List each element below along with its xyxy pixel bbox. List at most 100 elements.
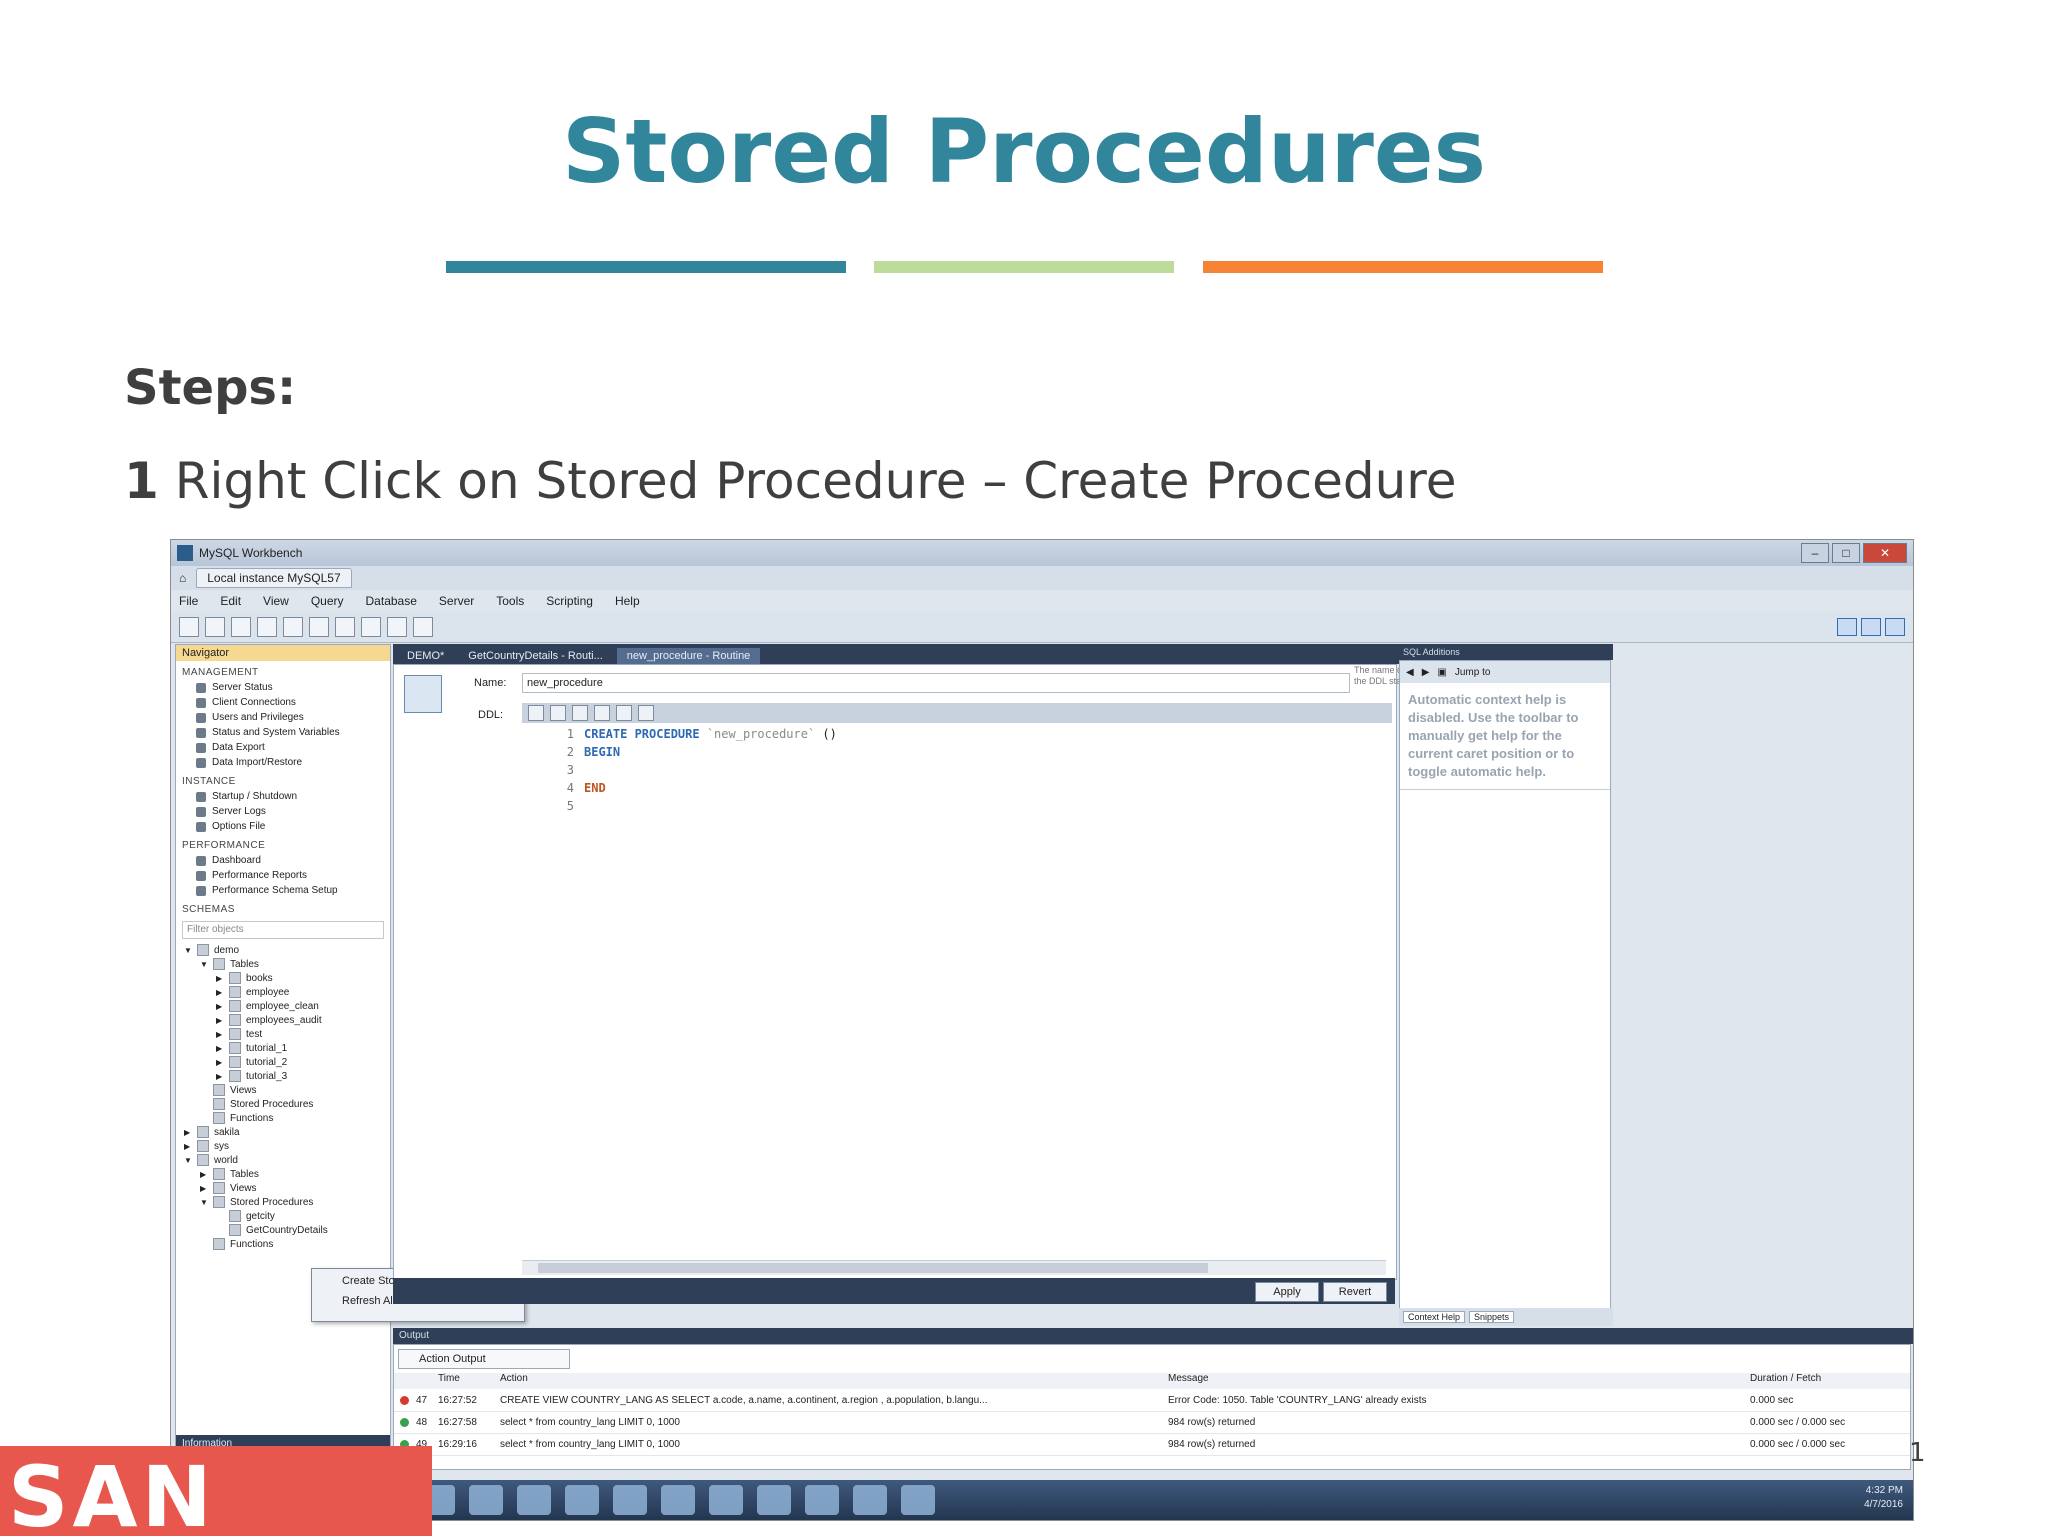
tree-item[interactable]: ▶ employees_audit [176, 1013, 390, 1027]
create-procedure-icon[interactable] [335, 617, 355, 637]
create-function-icon[interactable] [361, 617, 381, 637]
save-icon[interactable] [550, 705, 566, 721]
tree-item[interactable]: ▶ Views [176, 1181, 390, 1195]
tree-arrow-icon[interactable]: ▶ [216, 974, 224, 983]
find-icon[interactable] [594, 705, 610, 721]
back-icon[interactable]: ◀ [1406, 667, 1414, 678]
powerpoint-icon[interactable] [709, 1485, 743, 1515]
editor-tab[interactable]: new_procedure - Routine [616, 648, 761, 664]
output-row[interactable]: 47 16:27:52 CREATE VIEW COUNTRY_LANG AS SE… [394, 1391, 1910, 1412]
tree-arrow-icon[interactable]: ▶ [216, 1002, 224, 1011]
tree-item[interactable]: ▶ tutorial_2 [176, 1055, 390, 1069]
output-row[interactable]: 48 16:27:58 select * from country_lang LIM… [394, 1413, 1910, 1434]
tree-arrow-icon[interactable]: ▼ [200, 960, 208, 969]
menu-tools[interactable]: Tools [496, 594, 524, 608]
tree-arrow-icon[interactable]: ▶ [184, 1142, 192, 1151]
create-table-icon[interactable] [283, 617, 303, 637]
new-query-icon[interactable] [179, 617, 199, 637]
menu-server[interactable]: Server [439, 594, 474, 608]
schema-filter-input[interactable]: Filter objects [182, 921, 384, 939]
tree-item[interactable]: ▼ demo [176, 943, 390, 957]
tree-item[interactable]: ▶ employee [176, 985, 390, 999]
app-icon[interactable] [565, 1485, 599, 1515]
minimize-icon[interactable]: – [1801, 543, 1829, 563]
tree-item[interactable]: GetCountryDetails [176, 1223, 390, 1237]
help-toggle-icon[interactable]: ▣ [1437, 667, 1446, 678]
tree-arrow-icon[interactable]: ▶ [200, 1184, 208, 1193]
tree-item[interactable]: ▶ sys [176, 1139, 390, 1153]
panel-toggle-icon[interactable] [1885, 618, 1905, 636]
connection-tab[interactable]: Local instance MySQL57 [196, 568, 352, 588]
tree-arrow-icon[interactable]: ▼ [200, 1198, 208, 1207]
menu-file[interactable]: File [179, 594, 198, 608]
nav-item[interactable]: Data Export [176, 740, 390, 755]
nav-item[interactable]: Client Connections [176, 695, 390, 710]
tree-item[interactable]: getcity [176, 1209, 390, 1223]
home-icon[interactable]: ⌂ [179, 571, 186, 585]
tree-item[interactable]: ▶ Tables [176, 1167, 390, 1181]
chrome-icon[interactable] [469, 1485, 503, 1515]
inspector-icon[interactable] [231, 617, 251, 637]
maximize-icon[interactable]: □ [1832, 543, 1860, 563]
close-icon[interactable]: ✕ [1863, 543, 1907, 563]
jump-to-dropdown[interactable]: Jump to [1455, 667, 1491, 678]
nav-item[interactable]: Startup / Shutdown [176, 789, 390, 804]
nav-item[interactable]: Server Status [176, 680, 390, 695]
menu-scripting[interactable]: Scripting [546, 594, 593, 608]
panel-toggle-icon[interactable] [1861, 618, 1881, 636]
beautify-icon[interactable] [572, 705, 588, 721]
tree-arrow-icon[interactable]: ▼ [184, 1156, 192, 1165]
tree-arrow-icon[interactable]: ▶ [216, 1072, 224, 1081]
app-icon[interactable] [613, 1485, 647, 1515]
tree-item[interactable]: ▶ books [176, 971, 390, 985]
menu-query[interactable]: Query [311, 594, 344, 608]
window-titlebar[interactable]: MySQL Workbench – □ ✕ [171, 540, 1913, 566]
invisible-chars-icon[interactable] [616, 705, 632, 721]
ddl-code-editor[interactable]: 1 CREATE PROCEDURE `new_procedure` () 2 BEG… [522, 725, 1386, 1255]
tree-item[interactable]: ▶ test [176, 1027, 390, 1041]
nav-item[interactable]: Data Import/Restore [176, 755, 390, 770]
scrollbar-thumb[interactable] [538, 1263, 1208, 1273]
workbench-taskbar-icon[interactable] [757, 1485, 791, 1515]
editor-tab[interactable]: DEMO* [397, 648, 454, 664]
tree-item[interactable]: Functions [176, 1237, 390, 1251]
tree-arrow-icon[interactable]: ▶ [200, 1170, 208, 1179]
system-tray-clock[interactable]: 4:32 PM 4/7/2016 [1864, 1484, 1903, 1512]
nav-item[interactable]: Performance Reports [176, 868, 390, 883]
search-icon[interactable] [387, 617, 407, 637]
gear-icon[interactable] [1837, 618, 1857, 636]
tree-item[interactable]: Stored Procedures [176, 1097, 390, 1111]
nav-item[interactable]: Options File [176, 819, 390, 834]
tree-item[interactable]: ▶ employee_clean [176, 999, 390, 1013]
tree-item[interactable]: ▼ world [176, 1153, 390, 1167]
nav-item[interactable]: Status and System Variables [176, 725, 390, 740]
tree-item[interactable]: ▶ tutorial_3 [176, 1069, 390, 1083]
nav-item[interactable]: Users and Privileges [176, 710, 390, 725]
create-view-icon[interactable] [309, 617, 329, 637]
reconnect-icon[interactable] [413, 617, 433, 637]
tree-arrow-icon[interactable]: ▶ [216, 988, 224, 997]
app-icon[interactable] [901, 1485, 935, 1515]
tree-arrow-icon[interactable]: ▶ [216, 1030, 224, 1039]
create-schema-icon[interactable] [257, 617, 277, 637]
menu-help[interactable]: Help [615, 594, 640, 608]
editor-tab[interactable]: GetCountryDetails - Routi... [458, 648, 613, 664]
nav-item[interactable]: Server Logs [176, 804, 390, 819]
forward-icon[interactable]: ▶ [1422, 667, 1430, 678]
wrap-icon[interactable] [638, 705, 654, 721]
tree-arrow-icon[interactable]: ▶ [216, 1044, 224, 1053]
tree-item[interactable]: ▶ sakila [176, 1125, 390, 1139]
tree-item[interactable]: ▶ tutorial_1 [176, 1041, 390, 1055]
tree-arrow-icon[interactable]: ▼ [184, 946, 192, 955]
tree-item[interactable]: ▼ Tables [176, 957, 390, 971]
tree-item[interactable]: Views [176, 1083, 390, 1097]
sql-additions-tab[interactable]: Snippets [1469, 1311, 1515, 1323]
open-script-icon[interactable] [205, 617, 225, 637]
nav-item[interactable]: Dashboard [176, 853, 390, 868]
apply-button[interactable]: Apply [1255, 1282, 1319, 1302]
tree-item[interactable]: Functions [176, 1111, 390, 1125]
tree-arrow-icon[interactable]: ▶ [216, 1058, 224, 1067]
output-row[interactable]: 49 16:29:16 select * from country_lang LIM… [394, 1435, 1910, 1456]
nav-item[interactable]: Performance Schema Setup [176, 883, 390, 898]
sql-additions-tab[interactable]: Context Help [1403, 1311, 1466, 1323]
